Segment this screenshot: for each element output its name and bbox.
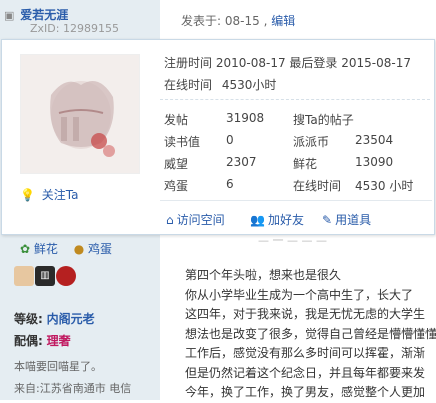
home-icon: ⌂ <box>166 213 174 227</box>
spouse-label: 配偶: <box>14 334 43 348</box>
post-line: 但是仍然记着这个纪念日，并且每年都要来发 <box>185 365 426 380</box>
avatar-illustration <box>21 55 139 173</box>
stat-value-eggs: 6 <box>226 177 234 191</box>
post-content: 第四个年头啦，想来也是很久 你从小学毕业生成为一个高中生了，长大了 这四年，对于… <box>185 266 436 403</box>
level-value: 内阁元老 <box>46 312 95 326</box>
stat-label-posts: 发帖 <box>164 113 189 127</box>
avatar[interactable] <box>20 54 140 174</box>
flower-link[interactable]: 鲜花 <box>34 242 58 256</box>
stat-value-prestige: 2307 <box>226 155 257 169</box>
medal-icon[interactable]: ▥ <box>35 266 55 286</box>
stat-label-prestige: 威望 <box>164 157 189 171</box>
spouse-row: 配偶: 理奢 <box>14 332 71 349</box>
user-id: ZxID: 12989155 <box>30 22 119 35</box>
flower-icon: ✿ <box>20 242 31 256</box>
egg-icon: ● <box>73 242 85 256</box>
lightbulb-icon: 💡 <box>20 188 35 202</box>
stat-value-coins: 23504 <box>355 133 394 147</box>
stat-label-online: 在线时间 <box>293 179 342 193</box>
user-header: ▣ 爱若无涯 <box>4 6 68 23</box>
level-row: 等级: 内阁元老 <box>14 310 95 327</box>
follow-row[interactable]: 💡 关注Ta <box>20 186 78 203</box>
post-meta: 发表于: 08-15 , 编辑 <box>181 14 296 28</box>
stat-value-online: 4530 小时 <box>355 179 414 193</box>
post-date: 发表于: 08-15 <box>181 14 260 28</box>
stat-value-flowers: 13090 <box>355 155 394 169</box>
post-line: 你从小学毕业生成为一个高中生了，长大了 <box>185 287 414 302</box>
medal-icon[interactable] <box>56 266 76 286</box>
follow-link[interactable]: 关注Ta <box>42 188 79 202</box>
search-posts-link[interactable]: 搜Ta的帖子 <box>293 111 354 128</box>
online-value: 4530小时 <box>221 78 277 92</box>
online-status-icon: ▣ <box>4 9 15 22</box>
divider <box>160 99 430 100</box>
post-line: 想法也是改变了很多，觉得自己曾经是懵懵懂懂 <box>185 326 436 341</box>
stat-label-coins: 派派币 <box>293 135 330 149</box>
post-line: 第四个年头啦，想来也是很久 <box>185 268 342 282</box>
edit-link[interactable]: 编辑 <box>271 14 295 28</box>
stat-value-reading: 0 <box>226 133 234 147</box>
last-login-date: 2015-08-17 <box>341 56 412 70</box>
use-item-button[interactable]: ✎ 用道具 <box>322 211 371 228</box>
stat-value-posts: 31908 <box>226 111 265 125</box>
post-line: 工作后，感觉没有那么多时间可以挥霍，渐渐 <box>185 346 426 360</box>
post-line: 这四年，对于我来说，我是无忧无虑的大学生 <box>185 307 426 321</box>
register-label: 注册时间 <box>164 56 213 70</box>
register-date: 2010-08-17 <box>215 56 286 70</box>
stat-label-flowers: 鲜花 <box>293 157 318 171</box>
online-label: 在线时间 <box>164 78 213 92</box>
stat-label-reading: 读书值 <box>164 135 201 149</box>
spouse-link[interactable]: 理奢 <box>47 334 71 348</box>
visit-space-button[interactable]: ⌂ 访问空间 <box>166 211 225 228</box>
egg-link[interactable]: 鸡蛋 <box>88 242 112 256</box>
signature: 本喵要回喵星了。 <box>14 360 102 373</box>
medal-list: ▥ <box>14 266 77 286</box>
add-friend-button[interactable]: 👥 加好友 <box>250 211 304 228</box>
gift-row: ✿ 鲜花 ● 鸡蛋 <box>20 240 112 257</box>
last-login-label: 最后登录 <box>289 56 338 70</box>
username-link[interactable]: 爱若无涯 <box>20 8 68 22</box>
location: 来自:江苏省南通市 电信 <box>14 382 132 395</box>
register-row: 注册时间 2010-08-17 最后登录 2015-08-17 <box>164 54 411 71</box>
medal-icon[interactable] <box>14 266 34 286</box>
online-row: 在线时间 4530小时 <box>164 76 276 93</box>
user-info-popup: 💡 关注Ta 注册时间 2010-08-17 最后登录 2015-08-17 在… <box>1 39 435 235</box>
tool-icon: ✎ <box>322 213 333 227</box>
stat-label-eggs: 鸡蛋 <box>164 179 189 193</box>
level-label: 等级: <box>14 312 43 326</box>
add-friend-icon: 👥 <box>250 213 265 227</box>
popup-actions: ⌂ 访问空间 👥 加好友 ✎ 用道具 <box>160 200 432 231</box>
